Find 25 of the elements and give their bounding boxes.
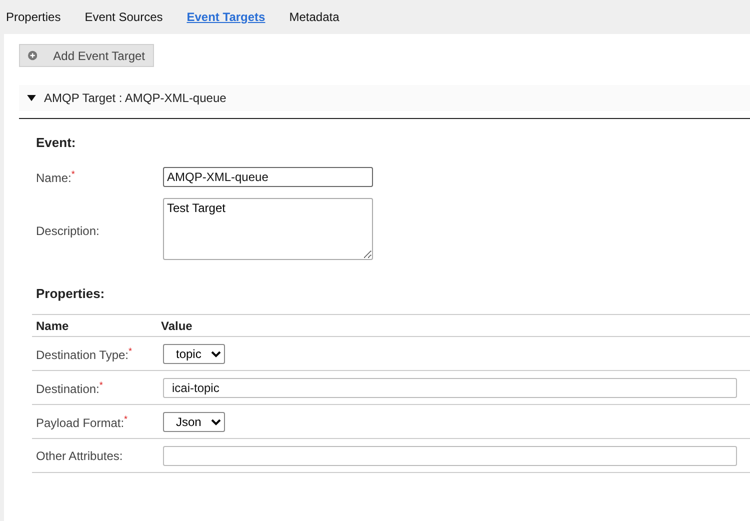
text-field[interactable] [163, 446, 737, 466]
dropdown[interactable]: Json [163, 412, 225, 432]
property-label: Other Attributes: [36, 448, 123, 462]
target-header[interactable]: AMQP Target : AMQP-XML-queue [19, 85, 750, 111]
field-label: Description: [36, 224, 100, 238]
tab[interactable]: Event Targets [186, 10, 266, 24]
dropdown[interactable]: topic [163, 344, 225, 364]
description-field[interactable]: Test Target [163, 198, 373, 260]
target-title: AMQP Target : AMQP-XML-queue [44, 91, 226, 105]
property-label: Payload Format:$^{*}$ [36, 414, 128, 430]
property-label: Destination:$^{*}$ [36, 380, 103, 396]
tab[interactable]: Properties [6, 10, 61, 24]
text-field[interactable]: icai-topic [163, 378, 737, 398]
name-field[interactable]: AMQP-XML-queue [163, 167, 373, 187]
column-header: Name [36, 318, 70, 332]
section-heading: Event: [36, 135, 77, 150]
caret-icon [27, 94, 36, 102]
tab[interactable]: Metadata [289, 10, 340, 24]
add-event-target-button[interactable]: Add Event Target [19, 44, 154, 67]
property-label: Destination Type:$^{*}$ [36, 346, 132, 362]
section-heading: Properties: [36, 286, 106, 301]
tab[interactable]: Event Sources [84, 10, 163, 24]
field-label: Name:$^{*}$ [36, 169, 75, 185]
column-header: Value [161, 318, 192, 332]
plus-circle-icon [28, 50, 38, 61]
